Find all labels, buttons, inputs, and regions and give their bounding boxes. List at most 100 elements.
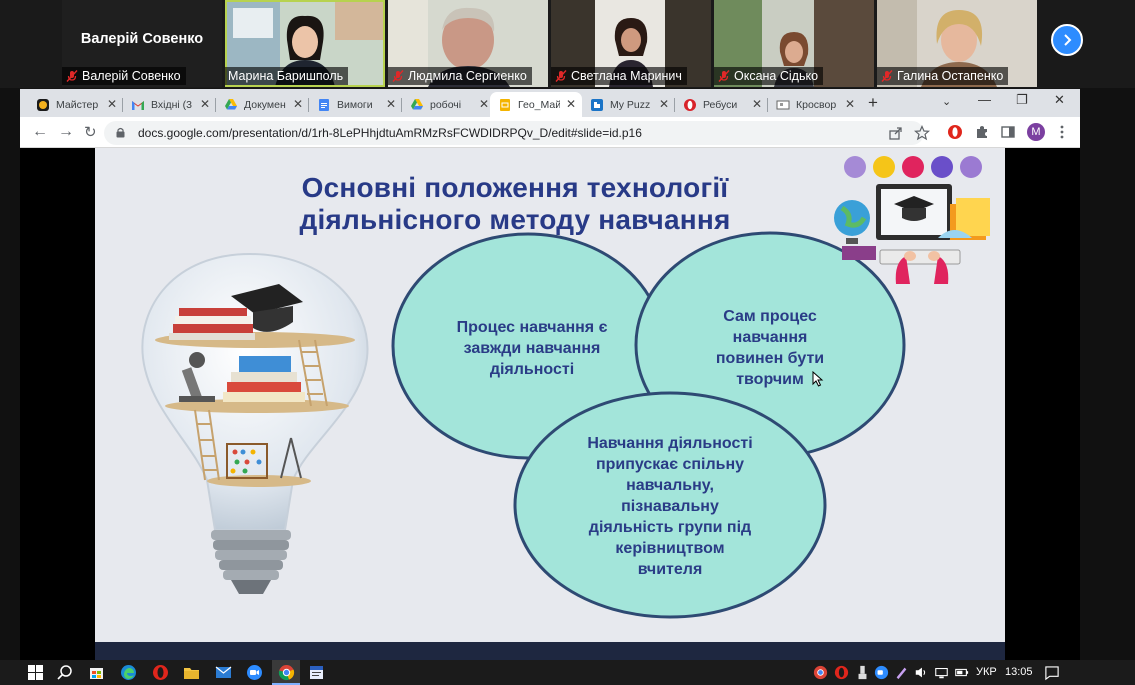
tab-3[interactable]: Докумен ✕ (216, 92, 309, 117)
chrome-icon (278, 665, 295, 681)
bubble-3-text: Навчання діяльності припускає спільну на… (560, 433, 780, 580)
forward-arrow-icon[interactable]: → (58, 123, 74, 141)
tab-search-chevron-icon[interactable]: ⌄ (942, 95, 951, 108)
close-window-button[interactable]: ✕ (1054, 92, 1065, 108)
opera-icon (684, 98, 696, 111)
mouse-cursor-icon (812, 371, 824, 387)
mail-icon[interactable] (215, 664, 232, 681)
close-tab-icon[interactable]: ✕ (659, 97, 669, 111)
participant-name: Марина Баришполь (228, 69, 344, 83)
file-explorer-icon[interactable] (183, 664, 200, 681)
notification-center-icon[interactable] (1044, 665, 1060, 681)
participant-tile-4[interactable]: Светлана Маринич (551, 0, 711, 87)
close-tab-icon[interactable]: ✕ (200, 97, 210, 111)
tab-1[interactable]: Майстер ✕ (28, 92, 123, 117)
network-icon[interactable] (934, 665, 949, 680)
circle-icon (844, 156, 866, 178)
tab-8[interactable]: Ребуси ✕ (675, 92, 768, 117)
bubble-2-line: Сам процес (723, 308, 817, 325)
screen-circle-icon (960, 156, 982, 178)
more-menu-icon[interactable] (1054, 124, 1070, 140)
participant-name: Валерій Совенко (82, 69, 181, 83)
participant-tile-6[interactable]: Галина Остапенко (877, 0, 1037, 87)
right-margin (1080, 88, 1135, 660)
participant-name: Светлана Маринич (571, 69, 682, 83)
participant-name-label: Марина Баришполь (225, 67, 349, 85)
bookmark-star-icon[interactable] (914, 125, 930, 141)
chrome-tray-icon[interactable] (813, 665, 828, 680)
usb-tray-icon[interactable] (855, 665, 870, 680)
participant-name-label: Людмила Сергиенко (388, 67, 532, 85)
participant-tile-1[interactable]: Валерій Совенко Валерій Совенко (62, 0, 222, 87)
tab-9[interactable]: Кросвор ✕ (768, 92, 861, 117)
minimize-button[interactable]: — (978, 92, 991, 107)
edge-icon[interactable] (120, 664, 137, 681)
close-tab-icon[interactable]: ✕ (752, 97, 762, 111)
tab-title: Кросвор (796, 98, 837, 111)
new-tab-button[interactable]: + (868, 93, 878, 113)
pen-tray-icon[interactable] (894, 665, 909, 680)
close-tab-icon[interactable]: ✕ (293, 97, 303, 111)
restore-button[interactable]: ❐ (1016, 92, 1028, 108)
puzzle-icon (591, 98, 603, 111)
bubble-2-line: творчим (736, 371, 804, 388)
opera-extension-icon[interactable] (947, 124, 963, 140)
participant-tile-5[interactable]: Оксана Сідько (714, 0, 874, 87)
address-toolbar: ← → ↻ docs.google.com/presentation/d/1rh… (20, 117, 1080, 148)
extensions-puzzle-icon[interactable] (974, 124, 990, 140)
battery-icon[interactable] (954, 665, 969, 680)
slide-bottom-bar (95, 642, 1005, 660)
search-icon[interactable] (56, 664, 73, 681)
tab-title: Вимоги (337, 98, 373, 111)
lightbulb-circle-icon (873, 156, 895, 178)
tab-title: Гео_Май (518, 98, 560, 111)
opera-tray-icon[interactable] (834, 665, 849, 680)
zoom-tray-icon[interactable] (874, 665, 889, 680)
windows-start-icon[interactable] (27, 664, 44, 681)
close-tab-icon[interactable]: ✕ (107, 97, 117, 111)
tab-title: Ребуси (703, 98, 738, 111)
muted-mic-icon (881, 70, 893, 82)
bubble-3-line: керівництвом (615, 540, 725, 557)
next-participants-button[interactable] (1051, 24, 1083, 56)
volume-icon[interactable] (914, 665, 929, 680)
zoom-app-icon[interactable] (246, 664, 263, 681)
tab-6-active[interactable]: Гео_Май ✕ (490, 92, 582, 117)
profile-avatar[interactable]: M (1027, 123, 1045, 141)
muted-mic-icon (66, 70, 78, 82)
presentation-slide: Основні положення технології діяльнісног… (95, 148, 1005, 642)
participant-tile-3[interactable]: Людмила Сергиенко (388, 0, 548, 87)
store-icon[interactable] (88, 664, 105, 681)
participant-name: Людмила Сергиенко (408, 69, 527, 83)
muted-mic-icon (718, 70, 730, 82)
participant-name-label: Светлана Маринич (551, 67, 687, 85)
reload-icon[interactable]: ↻ (84, 123, 97, 141)
google-slides-icon (500, 98, 510, 111)
participant-name-label: Валерій Совенко (62, 67, 186, 85)
url-bar[interactable]: docs.google.com/presentation/d/1rh-8LePH… (104, 121, 930, 145)
tab-4[interactable]: Вимоги ✕ (309, 92, 402, 117)
close-tab-icon[interactable]: ✕ (566, 97, 576, 111)
tab-5[interactable]: робочі ✕ (402, 92, 495, 117)
screen: Валерій Совенко Валерій Совенко Марина Б… (0, 0, 1135, 685)
bubble-2-line: повинен бути (715, 350, 825, 367)
tab-2[interactable]: Вхідні (3 ✕ (123, 92, 216, 117)
participant-tile-2[interactable]: Марина Баришполь (225, 0, 385, 87)
share-icon[interactable] (888, 125, 904, 141)
chevron-right-icon (1064, 34, 1072, 46)
tab-7[interactable]: My Puzz ✕ (582, 92, 675, 117)
side-panel-icon[interactable] (1000, 124, 1016, 140)
back-arrow-icon[interactable]: ← (32, 123, 48, 141)
clock-time[interactable]: 13:05 (1005, 666, 1033, 678)
notepad-icon[interactable] (308, 664, 325, 681)
chrome-taskbar-active[interactable] (272, 660, 300, 685)
bubble-3-line: діяльність групи під (588, 519, 752, 536)
language-indicator[interactable]: УКР (976, 666, 997, 678)
participant-display-name: Валерій Совенко (80, 31, 204, 47)
left-margin (0, 88, 20, 660)
bubble-3-line: вчителя (637, 561, 703, 578)
opera-icon[interactable] (152, 664, 169, 681)
close-tab-icon[interactable]: ✕ (845, 97, 855, 111)
close-tab-icon[interactable]: ✕ (479, 97, 489, 111)
close-tab-icon[interactable]: ✕ (386, 97, 396, 111)
